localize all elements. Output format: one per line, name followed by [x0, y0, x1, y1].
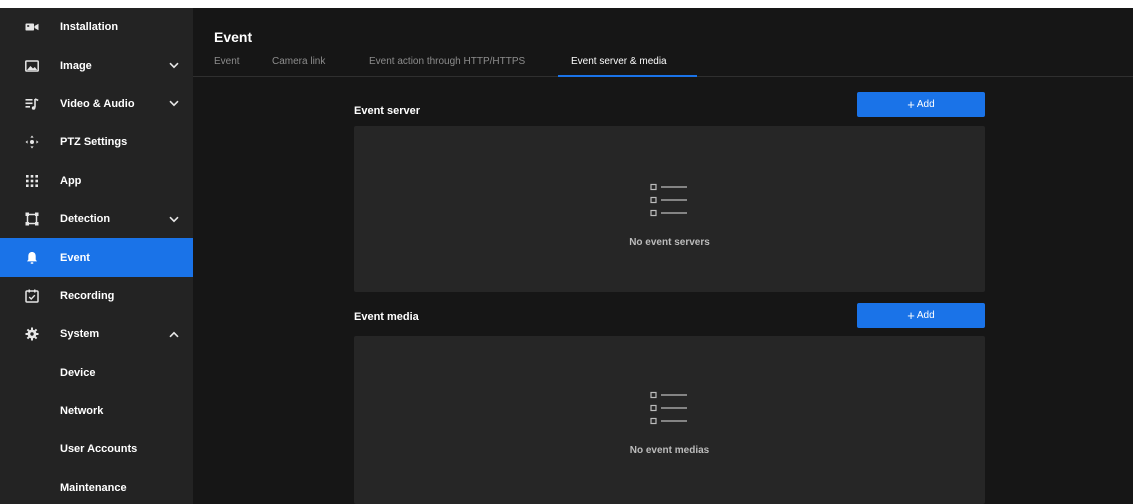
tab-event-action-http[interactable]: Event action through HTTP/HTTPS [369, 56, 525, 67]
tab-bar: Event Camera link Event action through H… [193, 50, 1133, 77]
sidebar-subitem-network[interactable]: Network [0, 392, 193, 430]
sidebar-subitem-label: Device [60, 366, 96, 379]
sidebar-item-installation[interactable]: Installation [0, 8, 193, 46]
sidebar-item-label: App [60, 174, 82, 187]
active-tab-indicator [558, 75, 697, 77]
main-content: Event Event Camera link Event action thr… [193, 8, 1133, 504]
plus-icon: + [907, 97, 915, 112]
empty-state-text: No event medias [629, 445, 710, 456]
event-media-panel: No event medias [354, 336, 985, 504]
tab-event[interactable]: Event [214, 56, 240, 67]
chevron-down-icon[interactable] [169, 61, 179, 71]
sidebar-item-label: Recording [60, 289, 115, 302]
sidebar: Installation Image Video & Audio PTZ Set… [0, 8, 193, 504]
add-button-label: Add [916, 99, 935, 110]
bell-icon [24, 250, 40, 266]
sidebar-subitem-label: Maintenance [60, 481, 127, 494]
page-title: Event [214, 29, 253, 45]
sidebar-item-label: Video & Audio [60, 97, 135, 110]
add-event-media-button[interactable]: + Add [857, 303, 985, 328]
event-media-title: Event media [354, 311, 419, 323]
sidebar-item-label: Image [60, 59, 92, 72]
add-button-label: Add [916, 310, 935, 321]
sidebar-subitem-user-accounts[interactable]: User Accounts [0, 430, 193, 468]
chevron-down-icon[interactable] [169, 99, 179, 109]
sidebar-subitem-maintenance[interactable]: Maintenance [0, 469, 193, 504]
sidebar-item-video-audio[interactable]: Video & Audio [0, 85, 193, 123]
plus-icon: + [907, 308, 915, 323]
sidebar-item-label: System [60, 328, 100, 341]
image-icon [24, 58, 40, 74]
chevron-up-icon[interactable] [169, 329, 179, 339]
detection-icon [24, 211, 40, 227]
sidebar-item-ptz-settings[interactable]: PTZ Settings [0, 123, 193, 161]
sidebar-subitem-label: Network [60, 405, 104, 418]
camera-icon [24, 19, 40, 35]
sidebar-item-image[interactable]: Image [0, 46, 193, 84]
event-server-title: Event server [354, 105, 421, 117]
event-server-panel: No event servers [354, 126, 985, 292]
sidebar-item-system[interactable]: System [0, 315, 193, 353]
gear-icon [24, 326, 40, 342]
sidebar-item-detection[interactable]: Detection [0, 200, 193, 238]
recording-icon [24, 288, 40, 304]
tab-camera-link[interactable]: Camera link [272, 56, 325, 67]
ptz-icon [24, 134, 40, 150]
sidebar-item-label: Detection [60, 213, 111, 226]
sidebar-item-label: Installation [60, 21, 119, 34]
empty-list-icon [649, 390, 691, 428]
empty-list-icon [649, 182, 691, 220]
app-window: Installation Image Video & Audio PTZ Set… [0, 8, 1133, 504]
app-grid-icon [24, 173, 40, 189]
sidebar-subitem-device[interactable]: Device [0, 354, 193, 392]
sidebar-item-recording[interactable]: Recording [0, 277, 193, 315]
chevron-down-icon[interactable] [169, 214, 179, 224]
add-event-server-button[interactable]: + Add [857, 92, 985, 117]
sidebar-item-app[interactable]: App [0, 162, 193, 200]
sidebar-subitem-label: User Accounts [60, 443, 138, 456]
tab-event-server-media[interactable]: Event server & media [571, 56, 667, 67]
sidebar-item-label: Event [60, 251, 90, 264]
sidebar-item-event[interactable]: Event [0, 238, 193, 277]
sidebar-item-label: PTZ Settings [60, 136, 128, 149]
video-audio-icon [24, 96, 40, 112]
empty-state-text: No event servers [629, 237, 710, 248]
